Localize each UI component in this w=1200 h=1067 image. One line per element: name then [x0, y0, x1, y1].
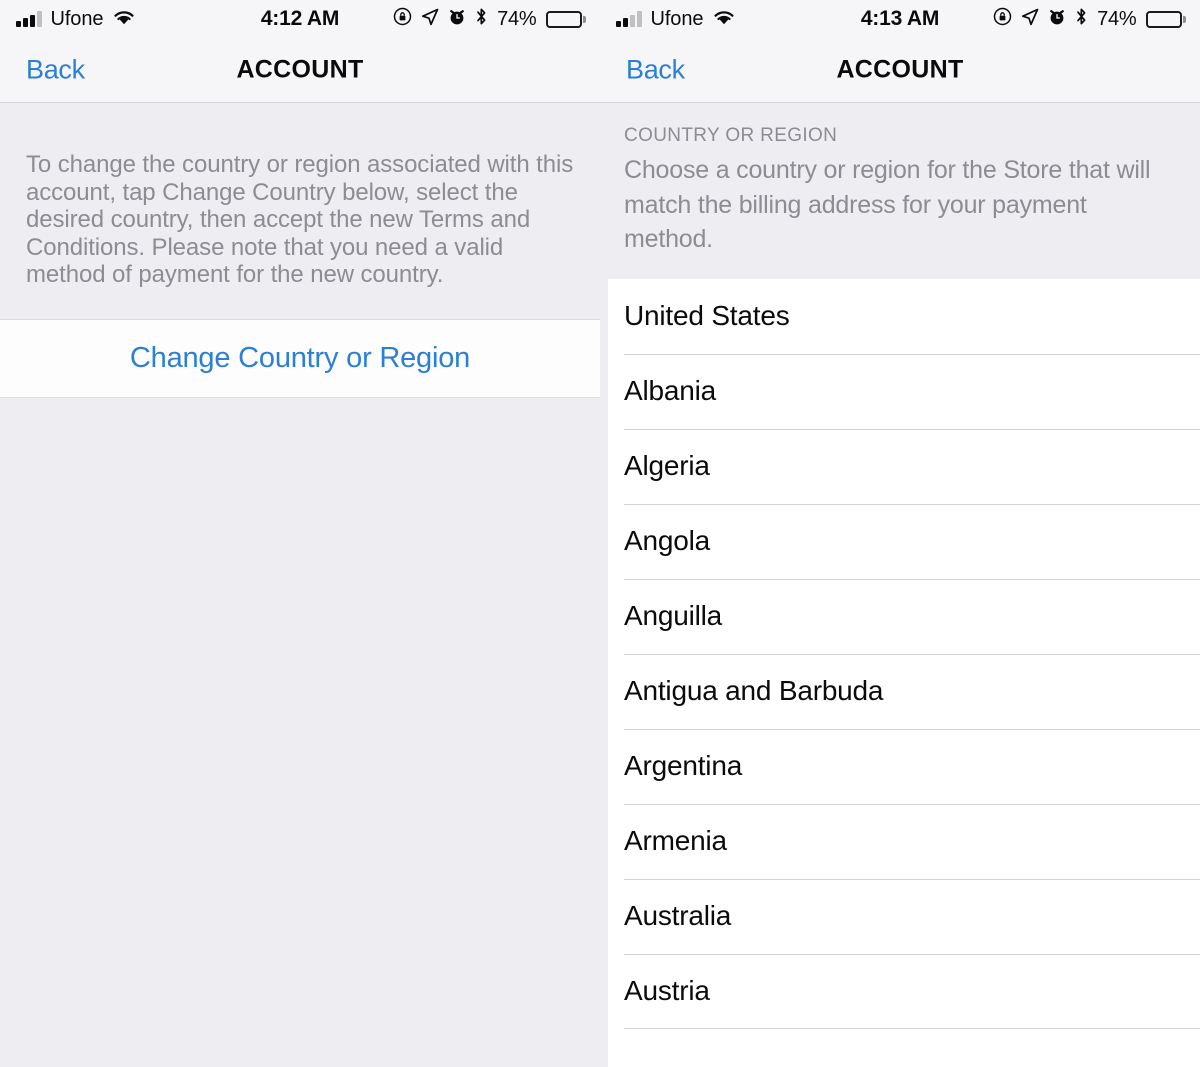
country-name: Australia — [624, 900, 732, 931]
right-screen: Ufone 4:13 AM 74% Back ACCOUNT COUNTRY O… — [600, 0, 1200, 1067]
battery-percent-label: 74% — [1097, 7, 1137, 30]
bluetooth-icon — [1075, 7, 1088, 31]
location-arrow-icon — [1021, 8, 1039, 31]
country-list[interactable]: United States Albania Algeria Angola Anguill… — [600, 278, 1200, 1067]
nav-bar-right: Back ACCOUNT — [600, 38, 1200, 103]
rotation-lock-icon — [393, 7, 412, 31]
battery-icon — [1145, 10, 1186, 28]
list-item[interactable]: Argentina — [608, 728, 1200, 804]
list-item[interactable]: Anguilla — [608, 578, 1200, 654]
country-name: Antigua and Barbuda — [624, 675, 884, 706]
country-name: United States — [624, 300, 790, 331]
section-description: Choose a country or region for the Store… — [624, 156, 1151, 253]
country-name: Anguilla — [624, 600, 723, 631]
country-name: Angola — [624, 525, 710, 556]
list-item[interactable]: Australia — [608, 878, 1200, 954]
alarm-clock-icon — [1048, 8, 1066, 31]
list-item[interactable]: Armenia — [608, 803, 1200, 879]
status-bar-left: Ufone 4:12 AM 74% — [0, 0, 600, 38]
country-name: Armenia — [624, 825, 727, 856]
list-item[interactable]: Angola — [608, 503, 1200, 579]
status-bar-right-group-right: 74% — [993, 7, 1186, 31]
country-name: Argentina — [624, 750, 743, 781]
country-name: Algeria — [624, 450, 710, 481]
signal-bars-icon — [616, 11, 642, 27]
signal-bars-icon — [16, 11, 42, 27]
nav-bar-left: Back ACCOUNT — [0, 38, 600, 103]
list-item[interactable]: United States — [608, 279, 1200, 354]
list-item[interactable]: Antigua and Barbuda — [608, 653, 1200, 729]
change-country-row[interactable]: Change Country or Region — [0, 318, 600, 398]
status-time: 4:12 AM — [260, 7, 340, 30]
list-item[interactable]: Albania — [608, 353, 1200, 429]
alarm-clock-icon — [448, 8, 466, 31]
page-title: ACCOUNT — [236, 55, 364, 84]
list-item[interactable]: Austria — [608, 953, 1200, 1029]
wifi-icon — [712, 8, 736, 31]
left-screen: Ufone 4:12 AM 74% Back ACCOUNT To change… — [0, 0, 600, 1067]
status-bar-left-group: Ufone — [16, 8, 136, 31]
status-bar-left-group-right: Ufone — [616, 8, 736, 31]
battery-icon — [545, 10, 586, 28]
account-country-blurb: To change the country or region associat… — [26, 151, 574, 289]
dual-screenshot-container: Ufone 4:12 AM 74% Back ACCOUNT To change… — [0, 0, 1200, 1067]
wifi-icon — [112, 8, 136, 31]
status-time: 4:13 AM — [860, 7, 940, 30]
change-country-or-region-button[interactable]: Change Country or Region — [130, 342, 470, 375]
country-name: Albania — [624, 375, 717, 406]
country-name: Austria — [624, 975, 710, 1006]
country-section-header: COUNTRY OR REGION Choose a country or re… — [600, 103, 1200, 257]
bluetooth-icon — [475, 7, 488, 31]
list-item[interactable]: Algeria — [608, 428, 1200, 504]
left-screen-body: To change the country or region associat… — [0, 103, 600, 1067]
status-bar-right-group-left: 74% — [393, 7, 586, 31]
carrier-label: Ufone — [50, 7, 104, 30]
section-label: COUNTRY OR REGION — [624, 125, 838, 146]
page-title: ACCOUNT — [836, 55, 964, 84]
location-arrow-icon — [421, 8, 439, 31]
right-screen-body: COUNTRY OR REGION Choose a country or re… — [600, 103, 1200, 1067]
status-bar-right: Ufone 4:13 AM 74% — [600, 0, 1200, 38]
carrier-label: Ufone — [650, 7, 704, 30]
rotation-lock-icon — [993, 7, 1012, 31]
battery-percent-label: 74% — [497, 7, 537, 30]
